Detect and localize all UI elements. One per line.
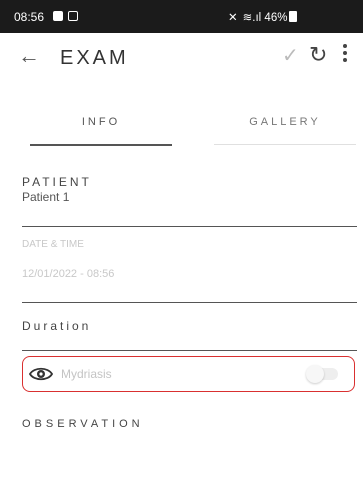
save-check-button[interactable]: ✓ — [282, 43, 299, 69]
back-button[interactable]: ← — [18, 43, 40, 69]
date-time-value: 12/01/2022 - 08:56 — [22, 268, 115, 280]
duration-underline — [22, 350, 357, 351]
notification-icon — [68, 11, 78, 21]
page-title: EXAM — [60, 47, 129, 69]
status-indicators: ✕ ≋.ıl 46% — [228, 10, 298, 24]
overflow-menu-button[interactable] — [342, 44, 348, 66]
refresh-icon: ↻ — [309, 42, 328, 67]
patient-underline — [22, 226, 357, 227]
battery-icon — [289, 11, 298, 22]
wifi-signal-icon: ≋.ıl — [242, 12, 265, 24]
app-bar: ← EXAM ✓ ↻ — [0, 33, 363, 83]
arrow-left-icon: ← — [18, 43, 40, 68]
status-bar: 08:56 ✕ ≋.ıl 46% — [0, 0, 363, 33]
battery-percent: 46% — [264, 12, 288, 24]
mydriasis-label: Mydriasis — [61, 367, 112, 381]
duration-field[interactable]: Duration — [22, 319, 357, 351]
tab-info[interactable]: INFO — [30, 98, 172, 146]
toggle-knob — [306, 365, 324, 383]
tab-active-indicator — [30, 144, 172, 146]
mydriasis-toggle[interactable] — [306, 365, 338, 383]
status-time: 08:56 — [14, 10, 45, 24]
refresh-button[interactable]: ↻ — [309, 41, 327, 69]
check-icon: ✓ — [282, 45, 299, 67]
date-time-underline — [22, 302, 357, 303]
mute-icon: ✕ — [228, 12, 238, 24]
duration-label: Duration — [22, 319, 92, 333]
date-time-label: DATE & TIME — [22, 239, 84, 250]
patient-field[interactable]: PATIENT Patient 1 — [22, 175, 357, 229]
date-time-field: DATE & TIME 12/01/2022 - 08:56 — [22, 239, 357, 305]
observation-label: OBSERVATION — [22, 418, 144, 430]
tab-bar: INFO GALLERY — [0, 98, 363, 148]
gallery-notification-icon — [53, 11, 63, 21]
mydriasis-row[interactable]: Mydriasis — [22, 356, 355, 392]
tab-gallery[interactable]: GALLERY — [214, 98, 356, 146]
patient-label: PATIENT — [22, 175, 92, 189]
kebab-menu-icon — [343, 44, 347, 48]
tab-divider — [214, 144, 356, 145]
patient-value: Patient 1 — [22, 190, 70, 204]
eye-icon — [29, 367, 53, 381]
